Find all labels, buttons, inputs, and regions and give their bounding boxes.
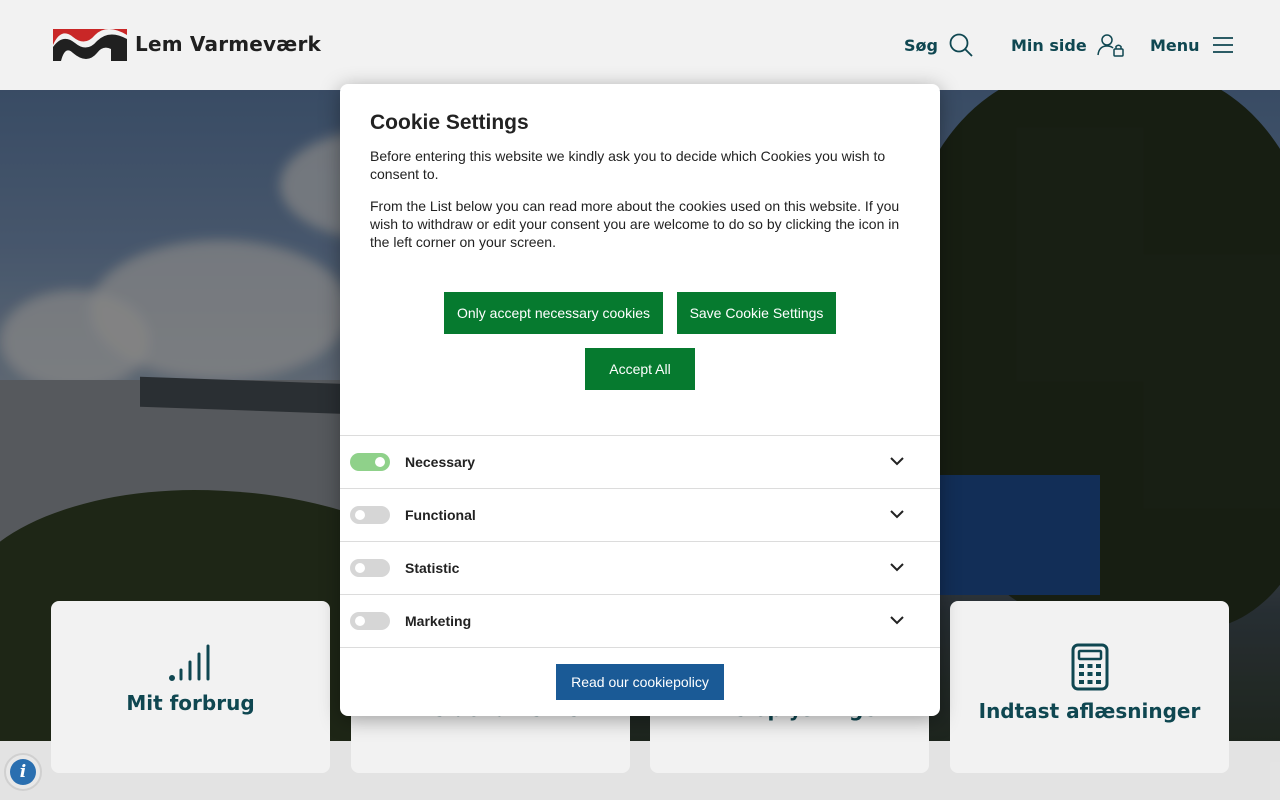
category-label: Necessary xyxy=(405,454,476,470)
dialog-info-text: From the List below you can read more ab… xyxy=(370,198,900,250)
cookie-category-necessary[interactable]: Necessary xyxy=(340,435,940,488)
chevron-down-icon[interactable] xyxy=(889,612,905,628)
cookie-settings-dialog: Cookie Settings Before entering this web… xyxy=(340,84,940,716)
cookie-info-button[interactable]: i xyxy=(4,753,42,791)
marketing-toggle[interactable] xyxy=(350,612,390,630)
necessary-toggle[interactable] xyxy=(350,453,390,471)
read-cookie-policy-button[interactable]: Read our cookiepolicy xyxy=(556,664,724,700)
category-label: Statistic xyxy=(405,560,460,576)
dialog-intro-text: Before entering this website we kindly a… xyxy=(370,148,886,182)
cookie-category-marketing[interactable]: Marketing xyxy=(340,594,940,647)
category-label: Functional xyxy=(405,507,476,523)
chevron-down-icon[interactable] xyxy=(889,506,905,522)
chevron-down-icon[interactable] xyxy=(889,559,905,575)
accept-all-button[interactable]: Accept All xyxy=(585,348,695,390)
statistic-toggle[interactable] xyxy=(350,559,390,577)
cookie-category-functional[interactable]: Functional xyxy=(340,488,940,541)
accept-necessary-button[interactable]: Only accept necessary cookies xyxy=(444,292,663,334)
functional-toggle[interactable] xyxy=(350,506,390,524)
save-cookie-settings-button[interactable]: Save Cookie Settings xyxy=(677,292,836,334)
chevron-down-icon[interactable] xyxy=(889,453,905,469)
cookie-category-statistic[interactable]: Statistic xyxy=(340,541,940,594)
category-label: Marketing xyxy=(405,613,472,629)
dialog-title: Cookie Settings xyxy=(370,111,529,134)
info-icon: i xyxy=(10,759,36,785)
